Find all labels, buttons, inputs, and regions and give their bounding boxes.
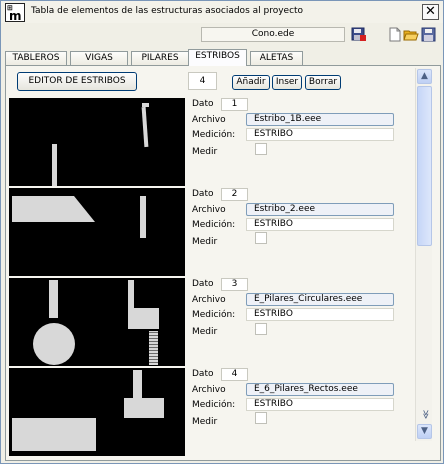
logo-letters: m <box>9 9 21 23</box>
estribo-preview-3 <box>9 278 185 366</box>
archivo-label: Archivo <box>192 205 226 215</box>
estribo-preview-4 <box>9 368 185 456</box>
archivo-field[interactable]: Estribo_1B.eee <box>246 113 394 126</box>
medir-label: Medir <box>192 417 218 427</box>
medicion-label: Medición: <box>192 400 236 410</box>
medicion-field[interactable]: ESTRIBO <box>246 218 394 231</box>
preview-shape <box>124 398 164 418</box>
estribo-entry-3: Dato 3 Archivo E_Pilares_Circulares.eee … <box>9 278 409 366</box>
vertical-scrollbar[interactable]: ▲ ≫ ▼ <box>415 68 432 441</box>
scroll-page-down-button[interactable]: ≫ <box>417 408 432 423</box>
app-logo: ⊞ m <box>5 3 25 22</box>
archivo-field[interactable]: Estribo_2.eee <box>246 203 394 216</box>
archivo-label: Archivo <box>192 385 226 395</box>
tab-estribos[interactable]: ESTRIBOS <box>188 49 247 66</box>
preview-shape <box>12 418 96 451</box>
medicion-field[interactable]: ESTRIBO <box>246 308 394 321</box>
save-red-icon[interactable] <box>351 27 367 42</box>
scroll-thumb[interactable] <box>417 86 432 246</box>
preview-hatched-bar <box>149 331 158 365</box>
preview-shape <box>128 308 159 329</box>
medicion-field[interactable]: ESTRIBO <box>246 398 394 411</box>
editor-estribos-button[interactable]: EDITOR DE ESTRIBOS <box>17 72 137 91</box>
delete-button[interactable]: Borrar <box>305 75 341 90</box>
dato-label: Dato <box>192 279 214 289</box>
preview-circle <box>33 323 75 365</box>
medir-checkbox[interactable] <box>255 232 267 244</box>
preview-shape <box>52 144 57 186</box>
element-count: 4 <box>188 72 217 90</box>
save-icon[interactable] <box>421 27 437 42</box>
dato-value[interactable]: 1 <box>221 98 248 111</box>
title-bar: ⊞ m Tabla de elementos de las estructura… <box>1 1 443 23</box>
open-folder-icon[interactable] <box>403 27 419 42</box>
chevron-up-icon: ▲ <box>421 71 428 81</box>
dato-value[interactable]: 3 <box>221 278 248 291</box>
medicion-label: Medición: <box>192 310 236 320</box>
preview-shape <box>140 196 146 238</box>
medir-checkbox[interactable] <box>255 143 267 155</box>
dato-value[interactable]: 2 <box>221 188 248 201</box>
close-icon: ✕ <box>425 4 436 19</box>
preview-shape <box>141 106 149 148</box>
medicion-label: Medición: <box>192 130 236 140</box>
scroll-down-button[interactable]: ▼ <box>417 424 432 439</box>
close-button[interactable]: ✕ <box>422 4 439 20</box>
main-window: ⊞ m Tabla de elementos de las estructura… <box>0 0 444 464</box>
archivo-field[interactable]: E_6_Pilares_Rectos.eee <box>246 383 394 396</box>
window-title: Tabla de elementos de las estructuras as… <box>31 6 304 16</box>
preview-shape <box>49 280 58 318</box>
archivo-label: Archivo <box>192 115 226 125</box>
file-name-field[interactable]: Cono.ede <box>201 27 345 42</box>
estribo-preview-2 <box>9 188 185 276</box>
estribo-entry-4: Dato 4 Archivo E_6_Pilares_Rectos.eee Me… <box>9 368 409 456</box>
medir-checkbox[interactable] <box>255 412 267 424</box>
new-file-icon[interactable] <box>387 27 403 42</box>
insert-button[interactable]: Inser <box>272 75 302 90</box>
tab-aletas[interactable]: ALETAS <box>250 51 303 66</box>
tab-pilares[interactable]: PILARES <box>131 51 189 66</box>
dato-label: Dato <box>192 99 214 109</box>
file-bar: Cono.ede <box>1 24 443 45</box>
tab-vigas[interactable]: VIGAS <box>70 51 128 66</box>
dato-label: Dato <box>192 369 214 379</box>
estribo-entry-1: Dato 1 Archivo Estribo_1B.eee Medición: … <box>9 98 409 186</box>
estribo-preview-1 <box>9 98 185 186</box>
medir-label: Medir <box>192 147 218 157</box>
medir-label: Medir <box>192 237 218 247</box>
double-chevron-down-icon: ≫ <box>419 409 430 420</box>
chevron-down-icon: ▼ <box>421 426 428 436</box>
archivo-label: Archivo <box>192 295 226 305</box>
preview-trapezoid <box>12 196 95 222</box>
estribo-entry-2: Dato 2 Archivo Estribo_2.eee Medición: E… <box>9 188 409 276</box>
medicion-field[interactable]: ESTRIBO <box>246 128 394 141</box>
medir-label: Medir <box>192 327 218 337</box>
medir-checkbox[interactable] <box>255 323 267 335</box>
scroll-up-button[interactable]: ▲ <box>417 69 432 84</box>
tab-tableros[interactable]: TABLEROS <box>5 51 67 66</box>
add-button[interactable]: Añadir <box>232 75 270 90</box>
archivo-field[interactable]: E_Pilares_Circulares.eee <box>246 293 394 306</box>
dato-value[interactable]: 4 <box>221 368 248 381</box>
dato-label: Dato <box>192 189 214 199</box>
medicion-label: Medición: <box>192 220 236 230</box>
